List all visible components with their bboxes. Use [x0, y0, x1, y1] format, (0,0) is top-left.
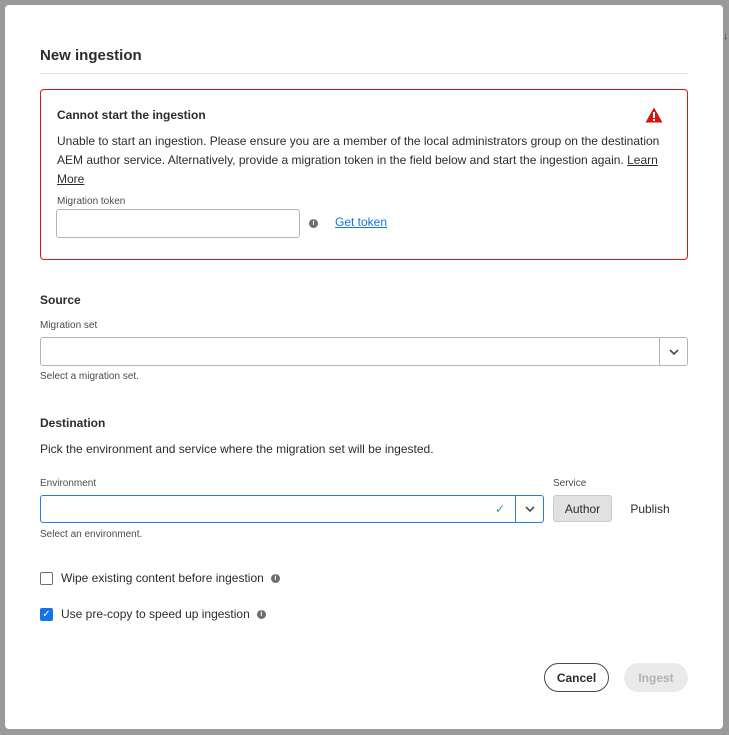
get-token-link[interactable]: Get token [335, 215, 387, 229]
new-ingestion-dialog: New ingestion Cannot start the ingestion… [5, 5, 723, 729]
info-icon[interactable]: i [256, 609, 266, 619]
destination-heading: Destination [40, 416, 106, 430]
dialog-title: New ingestion [40, 47, 142, 64]
migration-token-input[interactable] [56, 209, 300, 238]
service-publish-button[interactable]: Publish [623, 495, 677, 522]
checkmark-icon: ✓ [494, 502, 505, 516]
service-label: Service [553, 478, 587, 489]
environment-help: Select an environment. [40, 529, 143, 540]
precopy-label: Use pre-copy to speed up ingestion [61, 607, 250, 621]
background-glyph: ↓ [723, 31, 728, 42]
precopy-option[interactable]: ✓ Use pre-copy to speed up ingestion i [40, 607, 266, 621]
alert-message: Unable to start an ingestion. Please ens… [57, 132, 667, 189]
ingest-button[interactable]: Ingest [624, 663, 688, 692]
chevron-down-icon [524, 506, 535, 512]
migration-token-label: Migration token [57, 196, 126, 207]
environment-dropdown-button[interactable] [515, 496, 543, 522]
migration-set-dropdown-button[interactable] [659, 338, 687, 365]
precopy-checkbox[interactable]: ✓ [40, 607, 53, 621]
info-icon[interactable]: i [309, 219, 318, 228]
alert-warning-icon [645, 107, 663, 123]
chevron-down-icon [668, 348, 679, 355]
wipe-content-label: Wipe existing content before ingestion [61, 571, 264, 585]
alert-heading: Cannot start the ingestion [57, 108, 206, 122]
info-icon[interactable]: i [270, 573, 280, 583]
migration-set-label: Migration set [40, 320, 98, 331]
destination-description: Pick the environment and service where t… [40, 442, 434, 456]
migration-set-picker[interactable] [40, 337, 688, 366]
migration-set-help: Select a migration set. [40, 371, 139, 382]
alert-message-text: Unable to start an ingestion. Please ens… [57, 134, 660, 167]
environment-label: Environment [40, 478, 97, 489]
source-heading: Source [40, 293, 81, 307]
service-author-button[interactable]: Author [553, 495, 612, 522]
error-alert: Cannot start the ingestion Unable to sta… [40, 89, 688, 260]
environment-picker[interactable]: ✓ [40, 495, 544, 523]
wipe-content-option[interactable]: Wipe existing content before ingestion i [40, 571, 280, 585]
wipe-content-checkbox[interactable] [40, 571, 53, 585]
cancel-button[interactable]: Cancel [544, 663, 609, 692]
title-divider [40, 73, 688, 74]
